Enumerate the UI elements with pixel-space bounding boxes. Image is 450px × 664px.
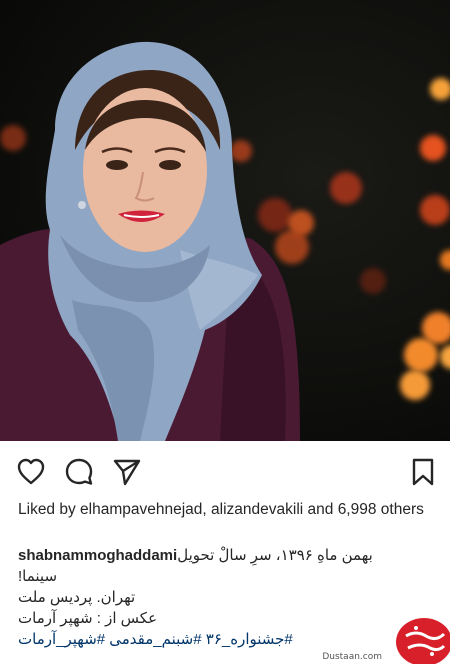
caption-username[interactable]: shabnammoghaddami bbox=[18, 547, 177, 564]
bookmark-icon[interactable] bbox=[408, 457, 438, 487]
comment-icon[interactable] bbox=[64, 457, 94, 487]
likes-count[interactable]: Liked by elhampavehnejad, alizandevakili… bbox=[18, 499, 438, 520]
heart-icon[interactable] bbox=[16, 457, 46, 487]
post-caption: shabnammoghaddamiبهمن ماهِ ۱۳۹۶، سرِ سال… bbox=[18, 545, 438, 650]
post-photo[interactable] bbox=[0, 0, 450, 441]
watermark-text: Dustaan.com bbox=[322, 652, 382, 662]
caption-text-3: تهران. پردیس ملت bbox=[18, 589, 136, 606]
caption-text-2: سینما! bbox=[18, 568, 58, 585]
action-bar bbox=[0, 441, 450, 499]
caption-text-4: عکس از : شهپر آرمات bbox=[18, 610, 158, 627]
send-icon[interactable] bbox=[112, 457, 142, 487]
caption-text-1: بهمن ماهِ ۱۳۹۶، سرِ سالْ تحویل bbox=[177, 547, 373, 564]
portrait-figure bbox=[0, 41, 300, 441]
caption-hashtags[interactable]: #جشنواره_۳۶ #شبنم_مقدمی #شهپر_آرمات bbox=[18, 629, 438, 650]
watermark-logo bbox=[396, 618, 450, 664]
caption-line: shabnammoghaddamiبهمن ماهِ ۱۳۹۶، سرِ سال… bbox=[18, 545, 438, 566]
